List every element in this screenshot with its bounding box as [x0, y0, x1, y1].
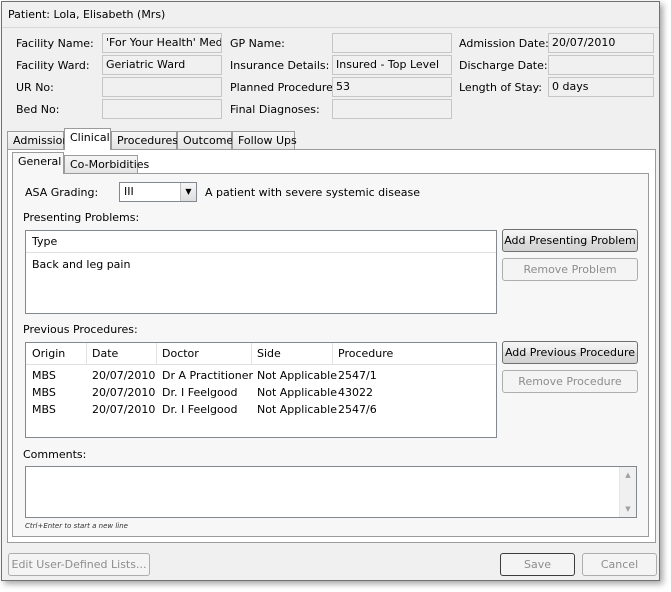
scroll-down-icon[interactable]: ▼ [620, 505, 636, 513]
bed-no-label: Bed No: [16, 103, 60, 116]
subtab-general[interactable]: General [12, 152, 64, 174]
cell-doctor: Dr. I Feelgood [162, 386, 238, 399]
window-title: Patient: Lola, Elisabeth (Mrs) [8, 8, 166, 21]
insurance-details-label: Insurance Details: [230, 59, 330, 72]
asa-grading-value: III [124, 185, 134, 198]
cell-origin: MBS [32, 386, 56, 399]
remove-problem-button[interactable]: Remove Problem [502, 258, 638, 281]
cell-procedure: 2547/1 [338, 369, 377, 382]
scroll-up-icon[interactable]: ▲ [620, 471, 636, 479]
discharge-date-label: Discharge Date: [459, 59, 548, 72]
planned-procedures-label: Planned Procedures: [230, 81, 343, 94]
tab-admission[interactable]: Admission [7, 131, 69, 150]
remove-procedure-button[interactable]: Remove Procedure [502, 370, 638, 393]
column-divider[interactable] [156, 343, 157, 365]
add-previous-procedure-button[interactable]: Add Previous Procedure [502, 341, 638, 364]
cell-doctor: Dr A Practitioner [162, 369, 253, 382]
bed-no-field [102, 99, 222, 119]
cell-side: Not Applicable [257, 386, 337, 399]
presenting-problems-list[interactable]: Type Back and leg pain [25, 230, 497, 314]
tab-outcome[interactable]: Outcome [177, 131, 233, 150]
add-presenting-problem-button[interactable]: Add Presenting Problem [502, 229, 638, 252]
column-header-origin[interactable]: Origin [32, 347, 65, 360]
column-header-procedure[interactable]: Procedure [338, 347, 393, 360]
previous-procedures-header: Origin Date Doctor Side Procedure [26, 343, 496, 365]
planned-procedures-field: 53 [332, 77, 452, 97]
subtab-co-morbidities[interactable]: Co-Morbidities [64, 155, 149, 174]
ur-no-label: UR No: [16, 81, 54, 94]
comments-textarea[interactable]: ▲ ▼ [25, 466, 637, 518]
final-diagnoses-label: Final Diagnoses: [230, 103, 320, 116]
gp-name-label: GP Name: [230, 37, 285, 50]
cell-procedure: 43022 [338, 386, 373, 399]
final-diagnoses-field [332, 99, 452, 119]
cell-origin: MBS [32, 403, 56, 416]
chevron-down-icon[interactable]: ▼ [180, 183, 196, 201]
cell-side: Not Applicable [257, 369, 337, 382]
list-item[interactable]: Back and leg pain [32, 258, 130, 271]
comments-scrollbar[interactable]: ▲ ▼ [619, 467, 636, 517]
gp-name-field [332, 33, 452, 53]
cell-date: 20/07/2010 [92, 403, 156, 416]
tab-procedures[interactable]: Procedures [111, 131, 178, 150]
table-row[interactable]: MBS 20/07/2010 Dr. I Feelgood Not Applic… [26, 403, 496, 420]
discharge-date-field [548, 55, 654, 75]
comments-hint: Ctrl+Enter to start a new line [25, 522, 128, 530]
column-divider[interactable] [332, 343, 333, 365]
table-row[interactable]: MBS 20/07/2010 Dr A Practitioner Not App… [26, 369, 496, 386]
cell-date: 20/07/2010 [92, 369, 156, 382]
cell-origin: MBS [32, 369, 56, 382]
table-row[interactable]: MBS 20/07/2010 Dr. I Feelgood Not Applic… [26, 386, 496, 403]
previous-procedures-label: Previous Procedures: [23, 323, 138, 336]
save-button[interactable]: Save [500, 553, 575, 576]
ur-no-field [102, 77, 222, 97]
presenting-problems-header: Type [26, 231, 496, 253]
column-header-type[interactable]: Type [32, 235, 57, 248]
insurance-details-field: Insured - Top Level [332, 55, 452, 75]
tab-clinical[interactable]: Clinical [64, 128, 111, 150]
cell-date: 20/07/2010 [92, 386, 156, 399]
clinical-tab-panel: General Co-Morbidities ASA Grading: III … [7, 149, 656, 543]
admission-date-field: 20/07/2010 [548, 33, 654, 53]
column-header-side[interactable]: Side [257, 347, 281, 360]
window-titlebar: Patient: Lola, Elisabeth (Mrs) [2, 2, 659, 28]
asa-grading-label: ASA Grading: [25, 186, 99, 199]
presenting-problems-label: Presenting Problems: [23, 211, 140, 224]
general-subtab-panel: ASA Grading: III ▼ A patient with severe… [12, 173, 649, 537]
cell-side: Not Applicable [257, 403, 337, 416]
comments-label: Comments: [23, 448, 87, 461]
column-header-doctor[interactable]: Doctor [162, 347, 199, 360]
edit-user-defined-lists-button[interactable]: Edit User-Defined Lists... [8, 553, 150, 576]
asa-grading-select[interactable]: III ▼ [119, 182, 197, 202]
facility-ward-label: Facility Ward: [16, 59, 90, 72]
column-divider[interactable] [86, 343, 87, 365]
previous-procedures-table[interactable]: Origin Date Doctor Side Procedure MBS 20… [25, 342, 497, 438]
column-divider[interactable] [251, 343, 252, 365]
cell-procedure: 2547/6 [338, 403, 377, 416]
facility-ward-field: Geriatric Ward [102, 55, 222, 75]
length-of-stay-field: 0 days [548, 77, 654, 97]
facility-name-field: 'For Your Health' Medica [102, 33, 222, 53]
admission-date-label: Admission Date: [459, 37, 549, 50]
asa-description: A patient with severe systemic disease [205, 186, 420, 199]
patient-window: Patient: Lola, Elisabeth (Mrs) Facility … [1, 1, 660, 581]
cell-doctor: Dr. I Feelgood [162, 403, 238, 416]
cancel-button[interactable]: Cancel [582, 553, 657, 576]
column-header-date[interactable]: Date [92, 347, 118, 360]
tab-follow-ups[interactable]: Follow Ups [232, 131, 297, 150]
facility-name-label: Facility Name: [16, 37, 94, 50]
length-of-stay-label: Length of Stay: [459, 81, 542, 94]
